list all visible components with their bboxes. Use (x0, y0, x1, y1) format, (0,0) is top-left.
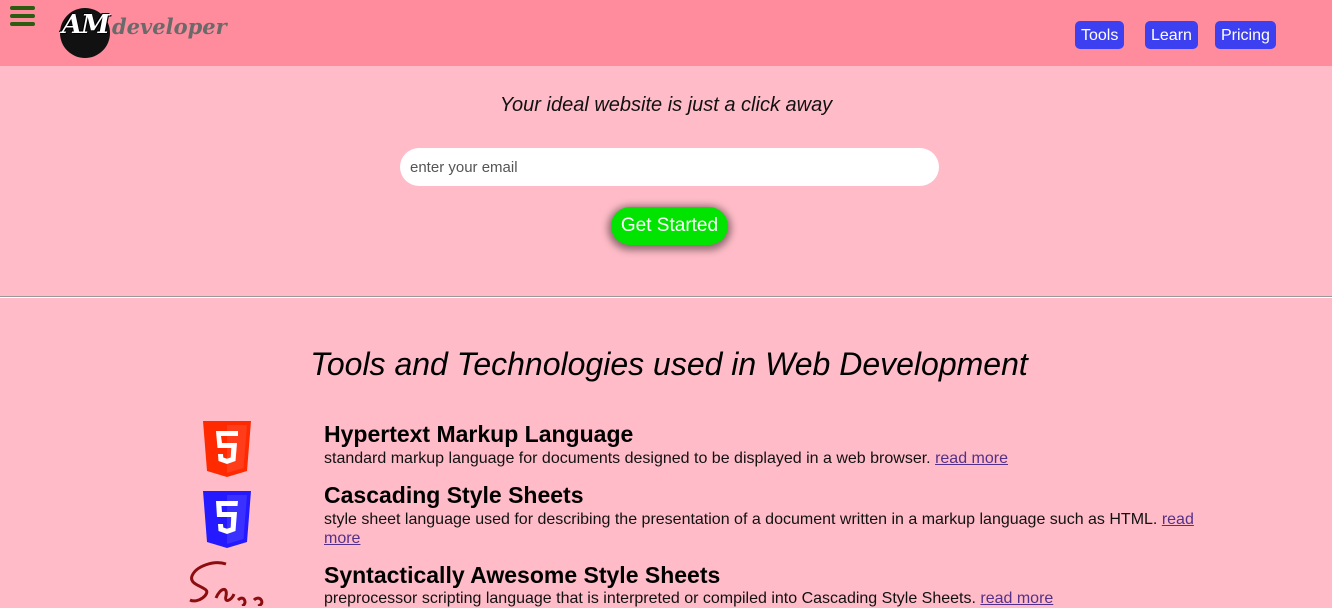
tech-desc-css-text: style sheet language used for describing… (324, 511, 1158, 528)
nav-pricing-button[interactable]: Pricing (1215, 21, 1276, 49)
tools-section-title: Tools and Technologies used in Web Devel… (310, 346, 1028, 382)
logo-am-text: AM (62, 10, 110, 40)
email-input[interactable] (400, 148, 939, 186)
read-more-html-link[interactable]: read more (935, 450, 1008, 467)
nav-tools-button[interactable]: Tools (1075, 21, 1125, 49)
tech-desc-sass: preprocessor scripting language that is … (324, 589, 1204, 608)
tech-desc-sass-text: preprocessor scripting language that is … (324, 590, 976, 607)
tech-desc-css: style sheet language used for describing… (324, 510, 1204, 548)
site-logo[interactable]: AM developer (58, 6, 227, 60)
sass-icon (189, 561, 264, 606)
html5-icon (203, 421, 251, 477)
section-divider (0, 296, 1332, 298)
tech-title-sass: Syntactically Awesome Style Sheets (324, 562, 721, 588)
tech-title-html: Hypertext Markup Language (324, 421, 634, 447)
hamburger-menu-icon[interactable] (10, 6, 35, 28)
css3-icon (203, 491, 251, 548)
read-more-sass-link[interactable]: read more (980, 590, 1053, 607)
logo-developer-text: developer (112, 14, 227, 39)
header-bar: AM developer Tools Learn Pricing (0, 0, 1332, 66)
tech-title-css: Cascading Style Sheets (324, 482, 584, 508)
tech-desc-html: standard markup language for documents d… (324, 449, 1204, 468)
tech-desc-html-text: standard markup language for documents d… (324, 450, 931, 467)
hero-tagline: Your ideal website is just a click away (499, 94, 833, 116)
get-started-button[interactable]: Get Started (611, 207, 728, 245)
nav-learn-button[interactable]: Learn (1145, 21, 1198, 49)
